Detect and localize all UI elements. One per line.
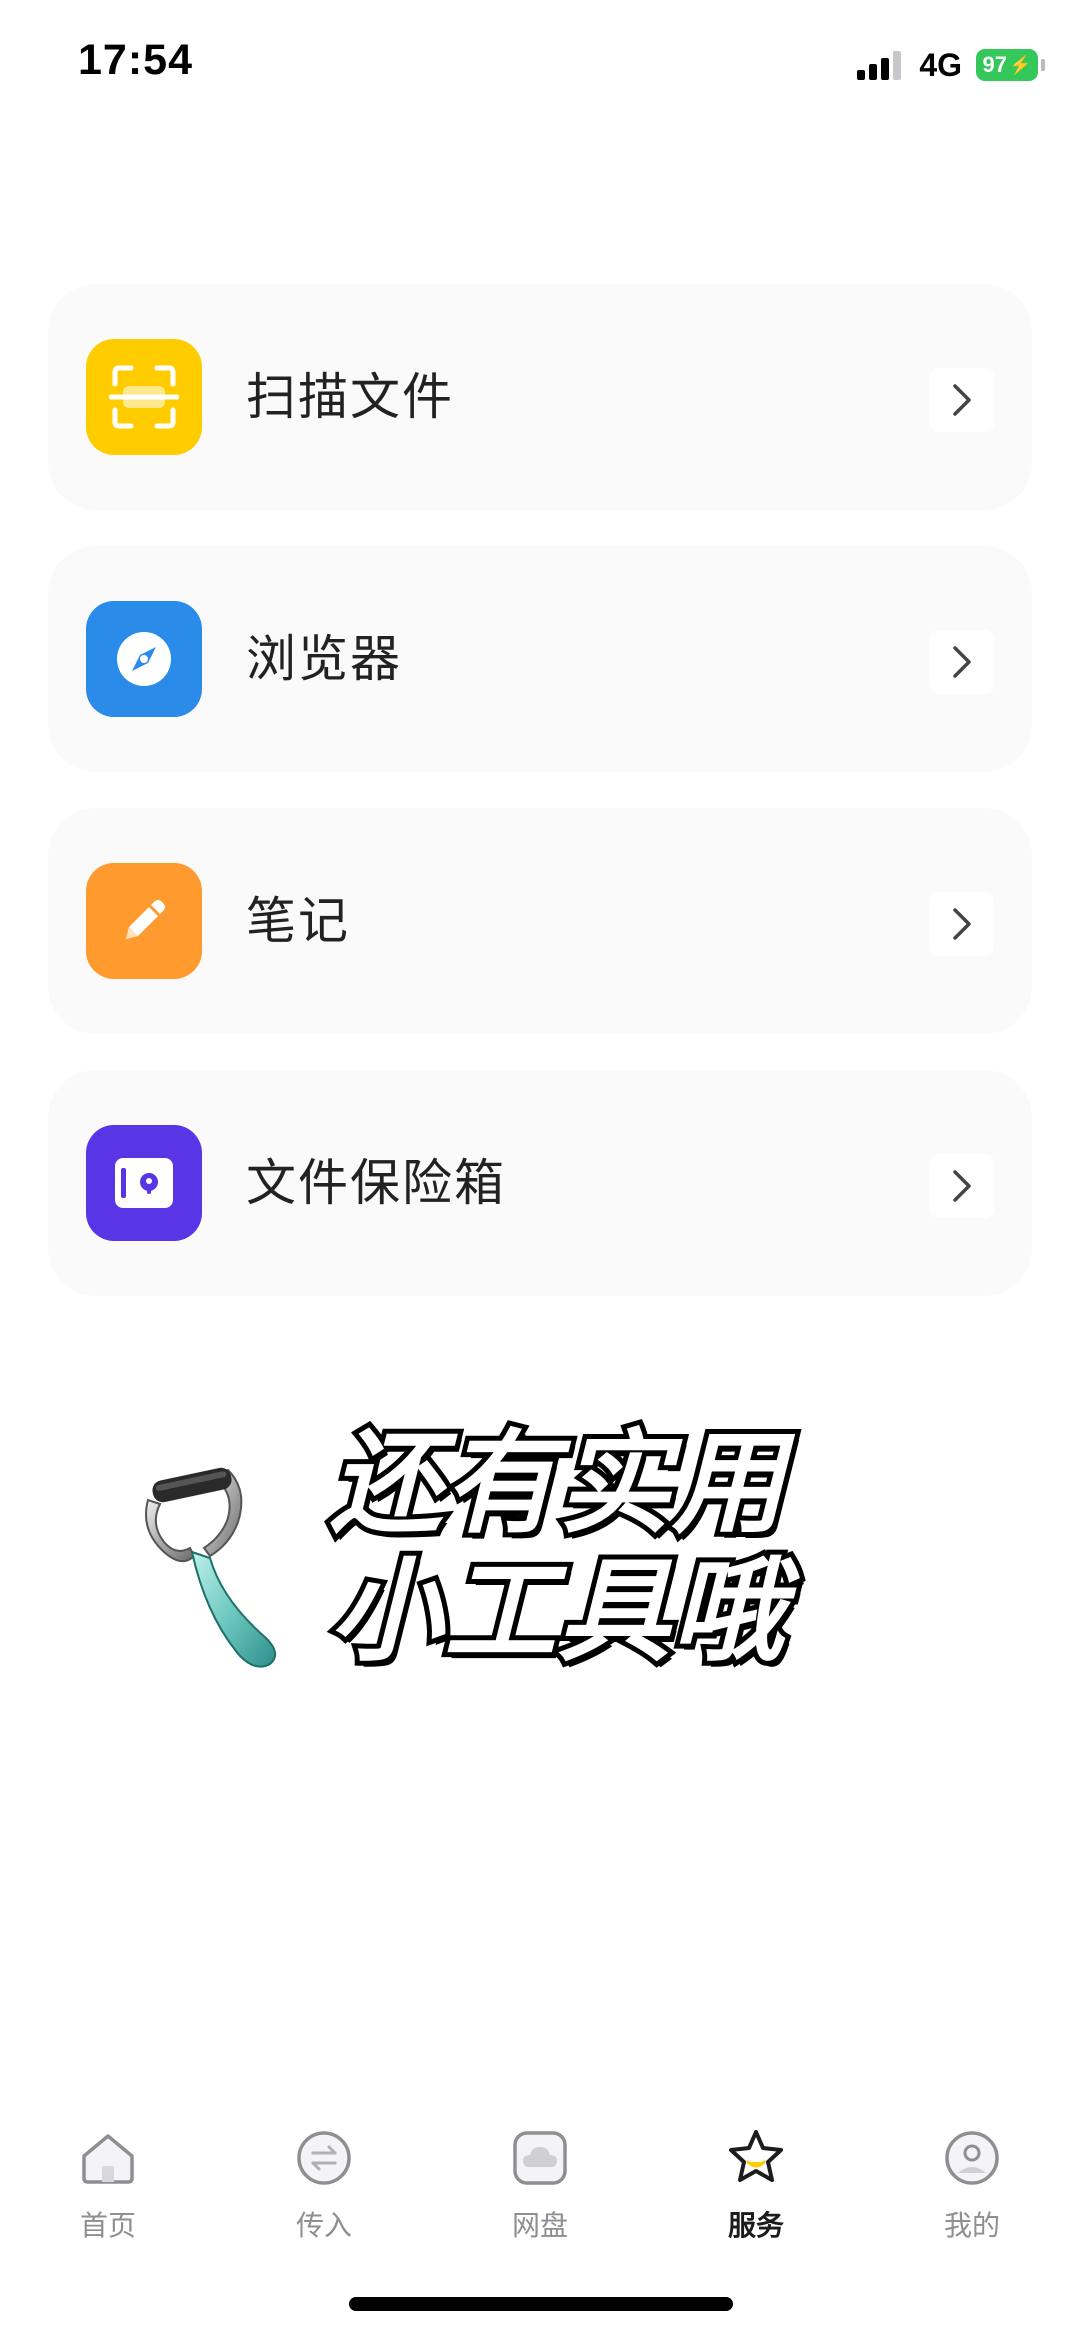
compass-icon (86, 601, 202, 717)
chevron-right-icon (930, 630, 994, 694)
service-item-scan-files[interactable]: 扫描文件 (48, 284, 1032, 510)
tab-label: 我的 (943, 2209, 1000, 2242)
service-label: 浏览器 (246, 630, 402, 688)
cloud-drive-icon (508, 2126, 572, 2190)
pencil-icon (86, 863, 202, 979)
tab-bar: 首页 传入 网盘 服务 我的 (0, 2110, 1080, 2260)
charging-bolt-icon: ⚡ (1009, 54, 1032, 75)
tab-label: 网盘 (511, 2209, 568, 2242)
service-item-notes[interactable]: 笔记 (48, 808, 1032, 1034)
chevron-right-icon (930, 1154, 994, 1218)
promo-text: 还有实用 小工具哦 (325, 1415, 789, 1681)
safe-icon (86, 1125, 202, 1241)
tab-services[interactable]: 服务 (648, 2110, 864, 2260)
tab-label: 传入 (295, 2209, 352, 2242)
transfer-icon (292, 2126, 356, 2190)
service-label: 笔记 (246, 892, 350, 950)
cellular-signal-icon (857, 50, 905, 80)
network-type: 4G (919, 46, 962, 83)
promo-line-2: 小工具哦 (325, 1543, 789, 1681)
scan-icon (86, 339, 202, 455)
battery-level: 97 (982, 52, 1008, 77)
promo-line-1: 还有实用 (325, 1415, 789, 1553)
tab-transfer[interactable]: 传入 (216, 2110, 432, 2260)
service-label: 文件保险箱 (246, 1154, 506, 1212)
service-label: 扫描文件 (246, 368, 454, 426)
tab-profile[interactable]: 我的 (864, 2110, 1080, 2260)
service-item-browser[interactable]: 浏览器 (48, 546, 1032, 772)
status-time: 17:54 (78, 36, 193, 84)
star-icon (724, 2126, 788, 2190)
service-list: 扫描文件 浏览器 笔记 文件保险箱 (48, 284, 1032, 1332)
tab-label: 服务 (727, 2209, 784, 2242)
status-indicators: 4G 97 ⚡ (857, 46, 1045, 84)
chevron-right-icon (930, 368, 994, 432)
service-item-file-safe[interactable]: 文件保险箱 (48, 1070, 1032, 1296)
peeler-tool-icon (130, 1460, 300, 1674)
tab-home[interactable]: 首页 (0, 2110, 216, 2260)
home-indicator[interactable] (349, 2297, 733, 2311)
tab-label: 首页 (79, 2209, 136, 2242)
promo-caption: 还有实用 小工具哦 (130, 1415, 830, 1681)
tab-cloud-drive[interactable]: 网盘 (432, 2110, 648, 2260)
status-bar: 17:54 4G 97 ⚡ (0, 0, 1080, 130)
chevron-right-icon (930, 892, 994, 956)
profile-icon (940, 2126, 1004, 2190)
home-icon (76, 2126, 140, 2190)
battery-icon: 97 ⚡ (976, 49, 1045, 81)
